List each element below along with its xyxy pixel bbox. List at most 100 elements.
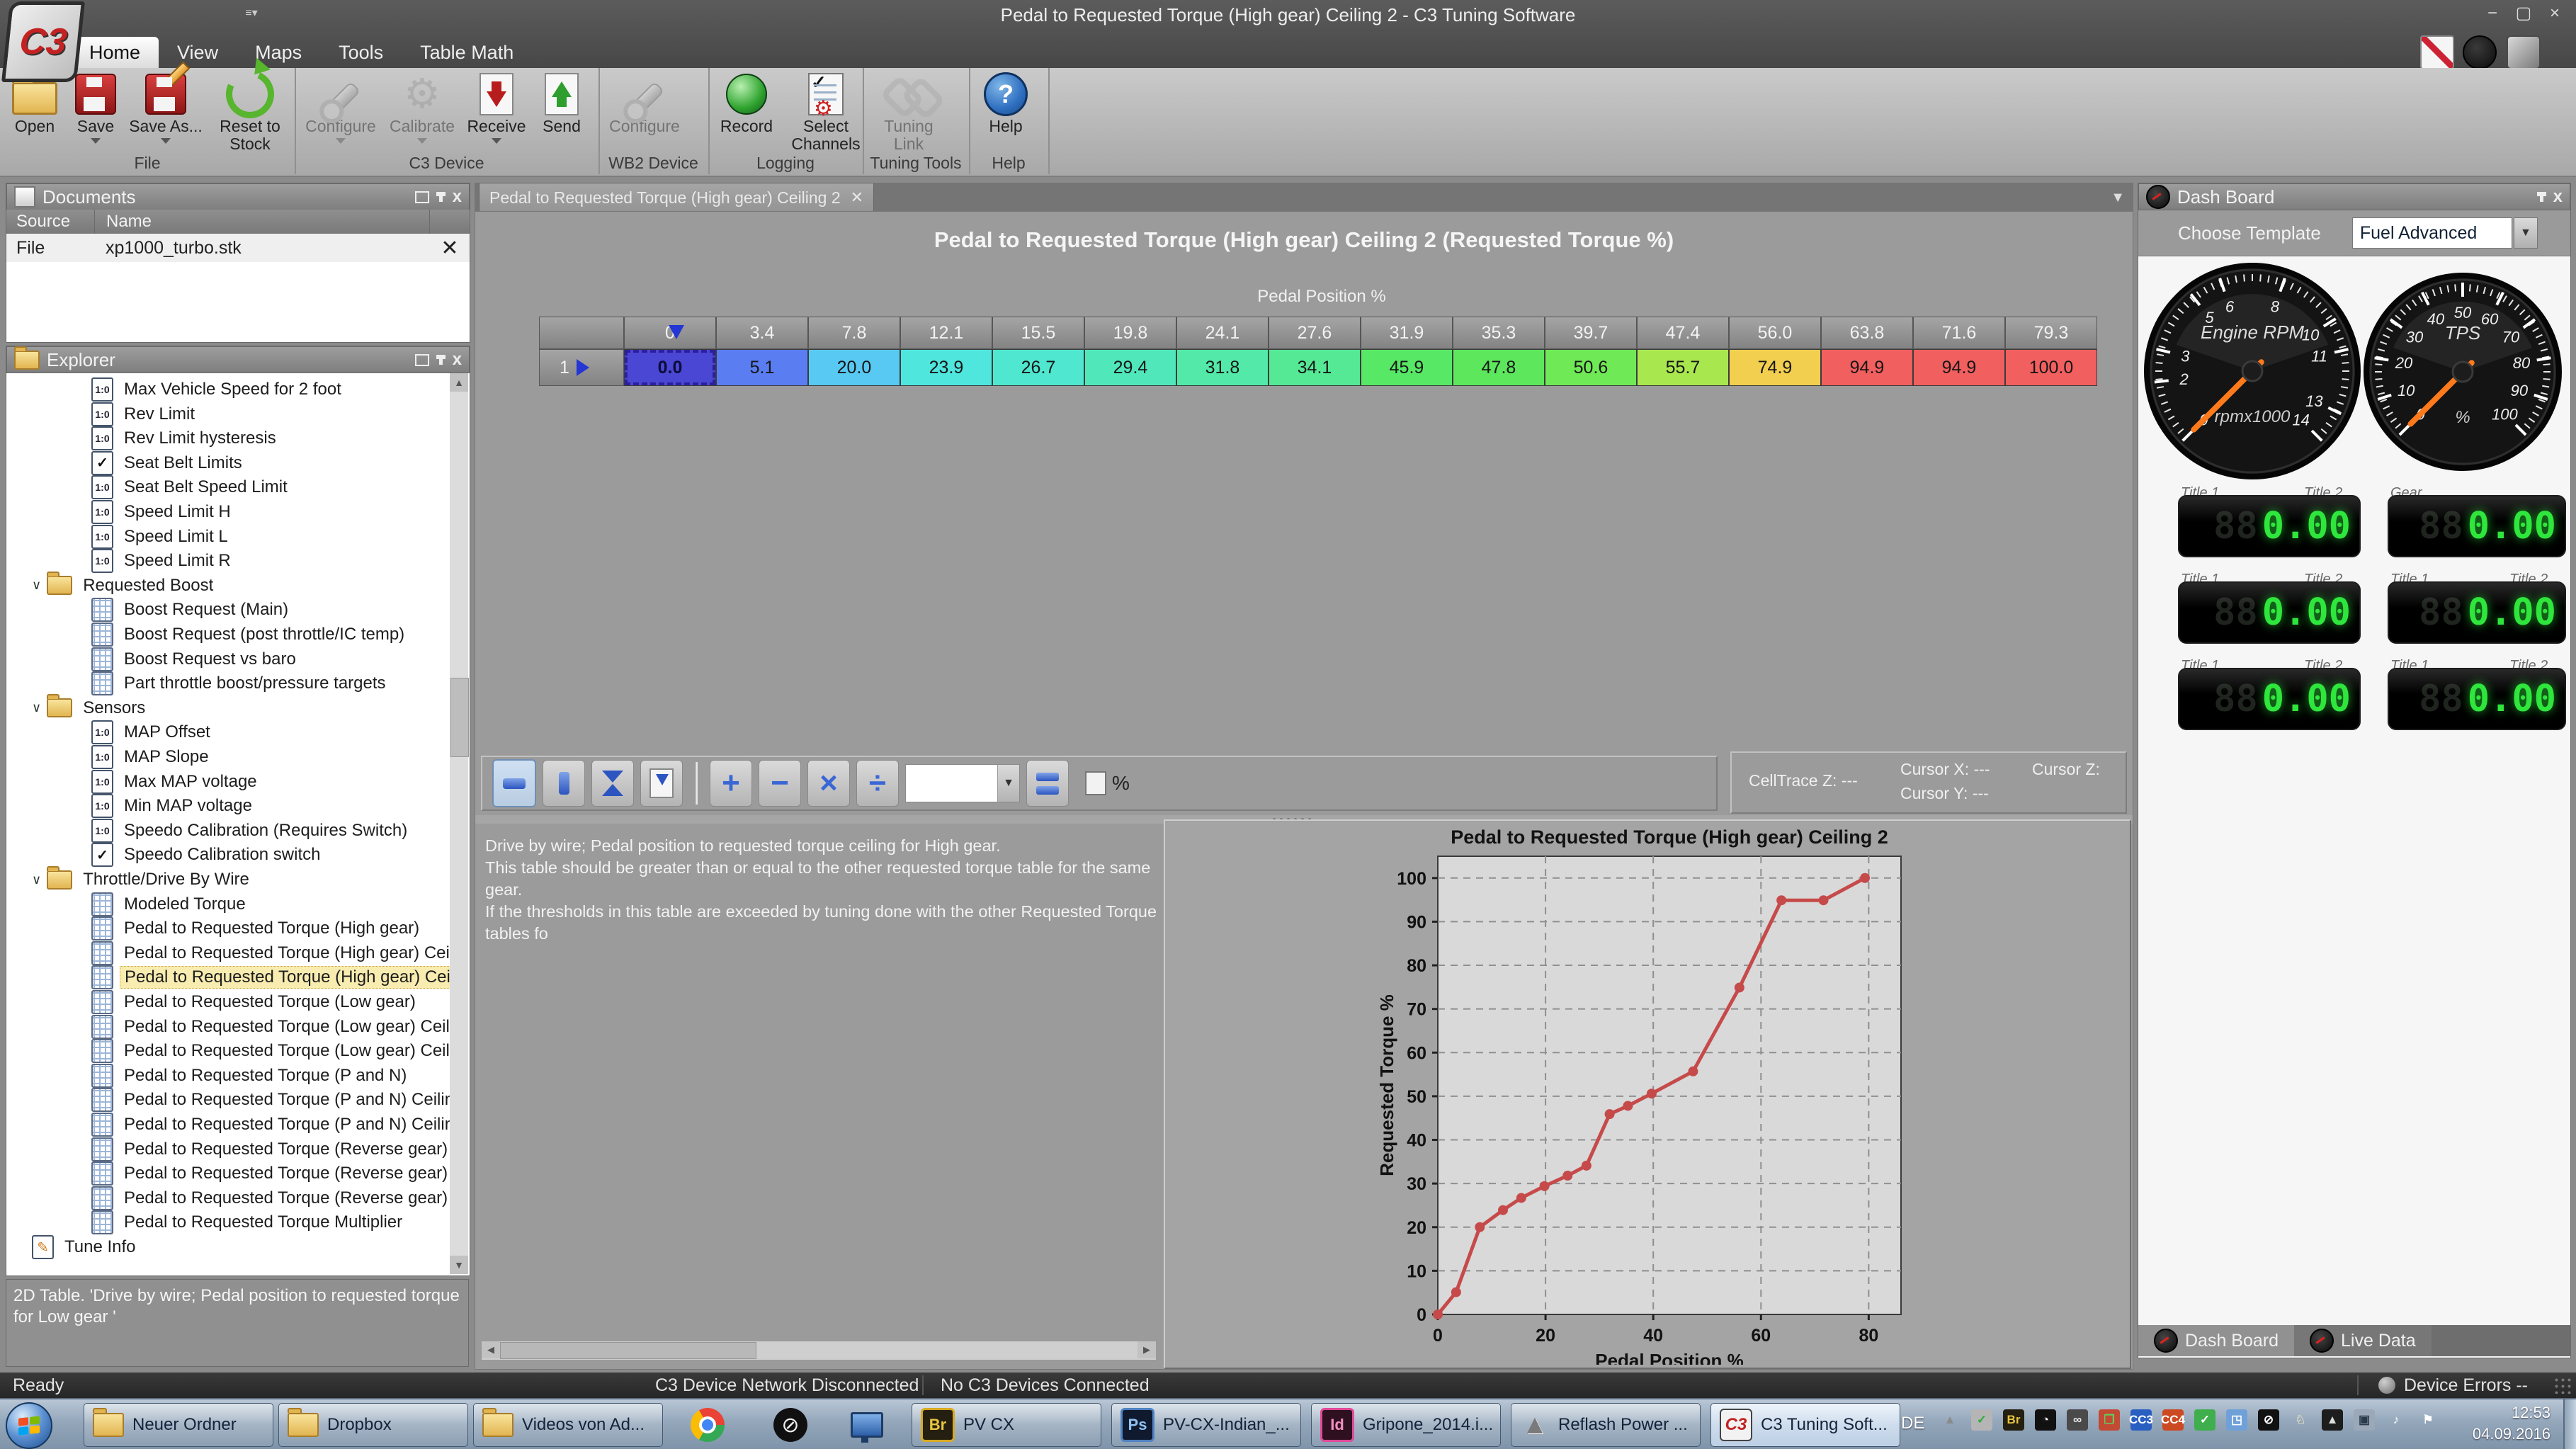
document-close-icon[interactable]: ✕ xyxy=(430,236,470,261)
help-button[interactable]: ?Help xyxy=(973,71,1038,135)
expand-chevron-icon[interactable]: ∨ xyxy=(32,873,41,887)
tree-item[interactable]: 1:0Seat Belt Speed Limit xyxy=(91,475,292,499)
quick-access-icon[interactable]: ≡▾ xyxy=(241,6,262,21)
sync-ok-icon[interactable]: ✓ xyxy=(2194,1409,2215,1431)
media-circle-icon[interactable]: ⊘ xyxy=(2258,1409,2279,1431)
tree-item[interactable]: Pedal to Requested Torque (Reverse gear)… xyxy=(91,1161,450,1186)
combo-dropdown-icon[interactable]: ▼ xyxy=(997,765,1019,802)
tree-item[interactable]: ✓Speedo Calibration switch xyxy=(91,843,325,867)
taskbar-folder-neuer-ordner[interactable]: Neuer Ordner xyxy=(84,1403,273,1447)
start-button[interactable] xyxy=(6,1402,52,1449)
tree-item[interactable]: Pedal to Requested Torque (P and N) Ceil… xyxy=(91,1113,450,1137)
updater-icon[interactable]: ◳ xyxy=(2226,1409,2247,1431)
documents-restore-icon[interactable] xyxy=(415,191,429,203)
column-header-27.6[interactable]: 27.6 xyxy=(1269,317,1361,349)
volume-icon[interactable]: ♪ xyxy=(2385,1409,2407,1431)
creative-cloud-icon[interactable]: ∞ xyxy=(2067,1409,2088,1431)
c3-logo-icon[interactable]: C3 xyxy=(1,1,85,82)
reflash-logo-icon[interactable]: ▲ xyxy=(1939,1409,1961,1431)
device-icon[interactable] xyxy=(2507,35,2541,69)
scrollbar-thumb[interactable] xyxy=(450,678,469,757)
value-cell-47.4[interactable]: 55.7 xyxy=(1637,349,1729,386)
explorer-scrollbar[interactable]: ▲ ▼ xyxy=(450,373,468,1274)
tree-item[interactable]: Pedal to Requested Torque Multiplier xyxy=(91,1210,407,1234)
taskbar-app-pv-cx-indian-[interactable]: PsPV-CX-Indian_... xyxy=(1111,1403,1301,1447)
value-cell-27.6[interactable]: 34.1 xyxy=(1269,349,1361,386)
tree-item[interactable]: ∨Requested Boost xyxy=(32,574,217,598)
column-header-63.8[interactable]: 63.8 xyxy=(1821,317,1913,349)
tree-item[interactable]: Boost Request (Main) xyxy=(91,598,293,622)
menu-tab-tools[interactable]: Tools xyxy=(320,37,402,68)
tree-item[interactable]: Boost Request (post throttle/IC temp) xyxy=(91,623,409,647)
column-header-3.4[interactable]: 3.4 xyxy=(716,317,808,349)
save-button[interactable]: Save xyxy=(65,71,126,144)
taskbar-clock[interactable]: 12:53 04.09.2016 xyxy=(2473,1402,2551,1445)
hscrollbar-thumb[interactable] xyxy=(500,1342,756,1359)
description-hscrollbar[interactable]: ◀ ▶ xyxy=(481,1341,1157,1360)
adobe-bridge-tray-icon[interactable]: Br xyxy=(2003,1409,2024,1431)
chrome-icon[interactable] xyxy=(691,1408,725,1442)
tree-item[interactable]: ∨Throttle/Drive By Wire xyxy=(32,868,254,892)
value-cell-63.8[interactable]: 94.9 xyxy=(1821,349,1913,386)
network-status-icon[interactable]: ▣ xyxy=(2354,1409,2375,1431)
show-desktop-button[interactable] xyxy=(2563,1399,2576,1449)
tree-item[interactable]: Modeled Torque xyxy=(91,892,250,916)
scroll-right-icon[interactable]: ▶ xyxy=(1137,1341,1156,1358)
tree-item[interactable]: 1:0Speed Limit L xyxy=(91,525,232,549)
tree-item[interactable]: ∨Sensors xyxy=(32,696,149,720)
tree-item[interactable]: Boost Request vs baro xyxy=(91,647,300,671)
mountain-app-icon[interactable]: ▲ xyxy=(2322,1409,2343,1431)
tree-item[interactable]: 1:0Rev Limit hysteresis xyxy=(91,426,280,450)
taskbar-folder-dropbox[interactable]: Dropbox xyxy=(278,1403,468,1447)
column-header-19.8[interactable]: 19.8 xyxy=(1084,317,1176,349)
dashboard-close-icon[interactable]: x xyxy=(2553,190,2563,204)
menu-tab-maps[interactable]: Maps xyxy=(237,37,320,68)
column-header-7.8[interactable]: 7.8 xyxy=(808,317,900,349)
column-header-12.1[interactable]: 12.1 xyxy=(900,317,992,349)
tree-item[interactable]: Pedal to Requested Torque (Low gear) Cei… xyxy=(91,1015,450,1039)
document-row[interactable]: File xp1000_turbo.stk ✕ xyxy=(6,234,470,262)
select-channels-button[interactable]: ⚙Select Channels xyxy=(781,71,871,153)
tree-item[interactable]: Pedal to Requested Torque (High gear) Ce… xyxy=(91,941,450,965)
reset-to-stock-button[interactable]: Reset to Stock xyxy=(205,71,295,153)
tree-item[interactable]: Pedal to Requested Torque (P and N) xyxy=(91,1064,411,1088)
column-header-47.4[interactable]: 47.4 xyxy=(1637,317,1729,349)
record-button[interactable]: Record xyxy=(713,71,781,135)
tree-item[interactable]: ✓Seat Belt Limits xyxy=(91,451,246,475)
tree-item[interactable]: Pedal to Requested Torque (Reverse gear) xyxy=(91,1137,450,1161)
menu-tab-home[interactable]: Home xyxy=(71,37,159,68)
maximize-button[interactable]: ▢ xyxy=(2508,3,2539,24)
tree-item[interactable]: 1:0Max Vehicle Speed for 2 foot xyxy=(91,377,346,402)
scroll-up-icon[interactable]: ▲ xyxy=(450,373,468,392)
value-cell-7.8[interactable]: 20.0 xyxy=(808,349,900,386)
menu-tab-view[interactable]: View xyxy=(159,37,237,68)
web-gauge-icon[interactable] xyxy=(2463,35,2497,69)
dashboard-tab-dash-board[interactable]: Dash Board xyxy=(2138,1325,2294,1356)
documents-close-icon[interactable]: x xyxy=(453,190,462,204)
tree-item[interactable]: 1:0MAP Offset xyxy=(91,720,215,744)
language-indicator[interactable]: DE xyxy=(1901,1414,1924,1433)
send-button[interactable]: Send xyxy=(531,71,592,135)
tree-item[interactable]: Pedal to Requested Torque (Reverse gear)… xyxy=(91,1186,450,1210)
quicktime-icon[interactable]: ◔ xyxy=(2035,1409,2056,1431)
media-player-icon[interactable]: ⊘ xyxy=(773,1408,807,1442)
tree-item[interactable]: 1:0MAP Slope xyxy=(91,745,213,769)
column-header-71.6[interactable]: 71.6 xyxy=(1913,317,2005,349)
fill-down-button[interactable] xyxy=(640,760,683,807)
dashboard-pin-icon[interactable] xyxy=(2540,192,2543,202)
save-as--button[interactable]: Save As... xyxy=(126,71,205,144)
interpolate-vertical-button[interactable] xyxy=(543,760,585,807)
column-header-15.5[interactable]: 15.5 xyxy=(992,317,1084,349)
column-source[interactable]: Source xyxy=(6,210,95,234)
value-cell-3.4[interactable]: 5.1 xyxy=(716,349,808,386)
value-cell-15.5[interactable]: 26.7 xyxy=(992,349,1084,386)
close-button[interactable]: × xyxy=(2539,3,2570,24)
tree-item[interactable]: 1:0Min MAP voltage xyxy=(91,794,256,818)
taskbar-app-c3-tuning-soft-[interactable]: C3C3 Tuning Soft... xyxy=(1710,1403,1900,1447)
receive-button[interactable]: Receive xyxy=(462,71,531,144)
documents-pin-icon[interactable] xyxy=(439,192,443,202)
add-button[interactable]: + xyxy=(710,760,752,807)
tree-item[interactable]: ✎Tune Info xyxy=(32,1235,140,1259)
taskbar-app-pv-cx[interactable]: BrPV CX xyxy=(912,1403,1101,1447)
column-header-39.7[interactable]: 39.7 xyxy=(1545,317,1637,349)
